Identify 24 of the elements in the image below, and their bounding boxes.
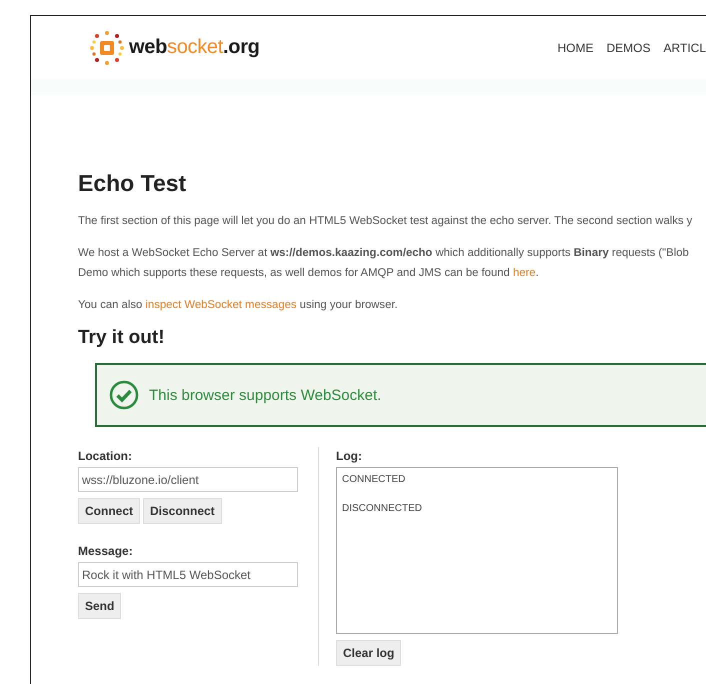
section-title: Try it out! xyxy=(78,327,166,349)
paragraph-text: The first section of this page will let you do an HTML5 WebSocket test against the echo server. The second section walks y xyxy=(78,214,694,229)
check-icon xyxy=(109,380,139,410)
action-button[interactable]: Disconnect xyxy=(143,498,222,524)
log-entry: CONNECTED xyxy=(342,474,406,485)
paragraph-text: You can also inspect WebSocket messages using your browser. xyxy=(78,298,399,313)
paragraph-text: We host a WebSocket Echo Server at ws://demos.kaazing.com/echo which additionally supports Binary requests ("Blob xyxy=(78,246,690,261)
nav-link[interactable]: ARTICL xyxy=(664,40,706,54)
field-label: Log: xyxy=(336,449,363,463)
send-button[interactable]: Send xyxy=(78,593,122,619)
paragraph-text: Demo which supports these requests, as well demos for AMQP and JMS can be found here. xyxy=(78,266,540,281)
nav-link[interactable]: DEMOS xyxy=(606,40,651,54)
field-label: Message: xyxy=(78,544,134,558)
field-label: Location: xyxy=(78,449,133,463)
action-button[interactable]: Connect xyxy=(78,498,140,524)
message-field[interactable]: Rock it with HTML5 WebSocket xyxy=(78,562,298,587)
page-title: Echo Test xyxy=(78,170,188,197)
notice-text: This browser supports WebSocket. xyxy=(149,386,382,404)
logo-icon xyxy=(89,30,125,66)
nav-link[interactable]: HOME xyxy=(558,40,594,54)
location-field[interactable]: wss://bluzone.io/client xyxy=(78,467,298,492)
site-logo-text[interactable]: websocket.org xyxy=(129,36,260,59)
clear-log-button[interactable]: Clear log xyxy=(336,640,402,666)
log-entry: DISCONNECTED xyxy=(342,503,424,514)
